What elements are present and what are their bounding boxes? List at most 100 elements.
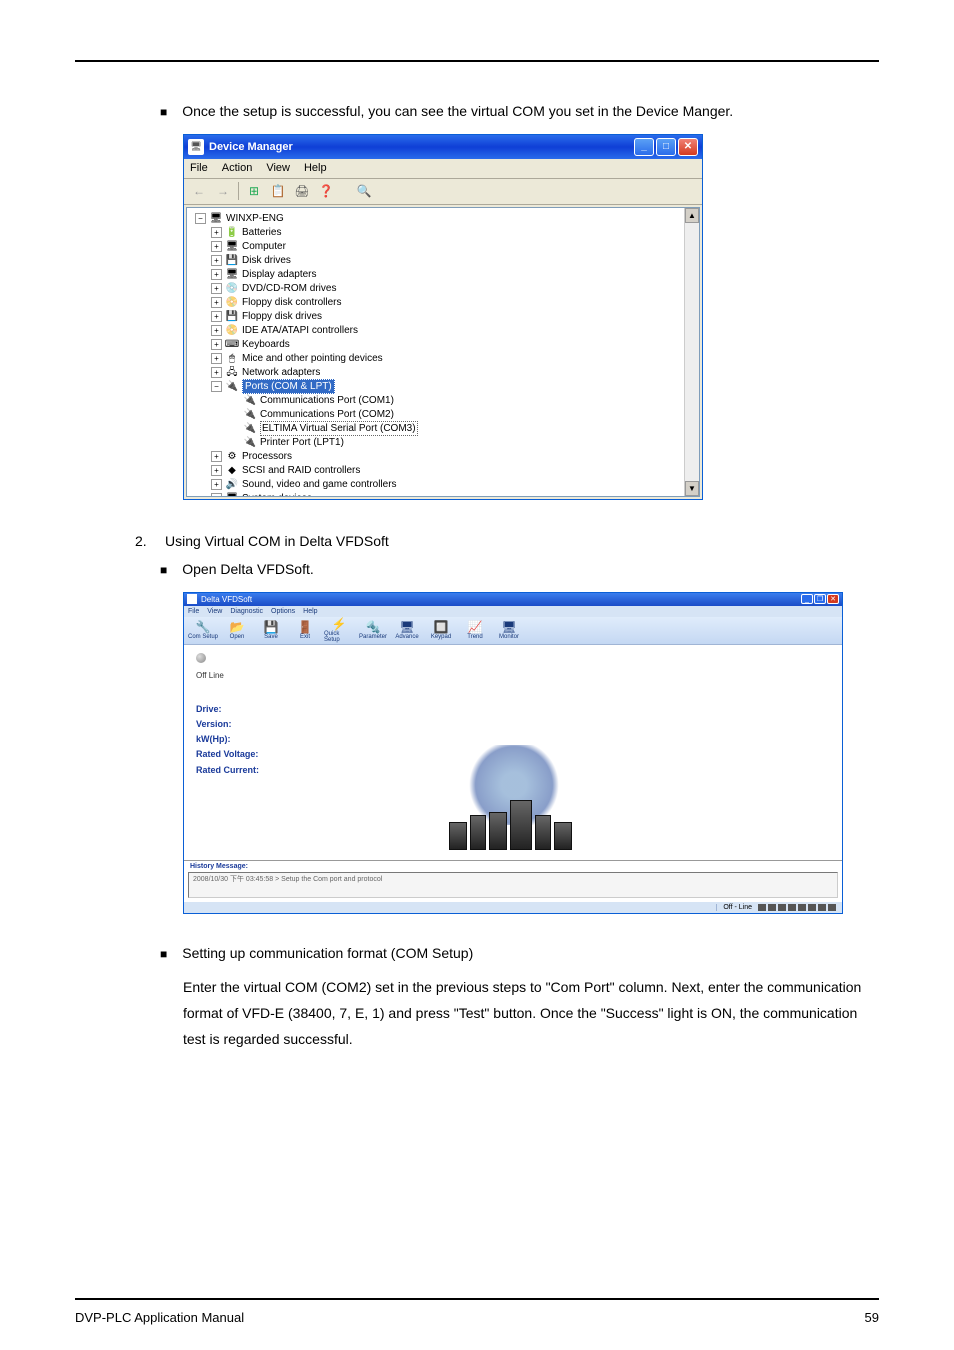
restore-button[interactable]: ❐ <box>814 594 826 604</box>
collapse-icon[interactable]: − <box>195 213 206 224</box>
port-com2[interactable]: Communications Port (COM2) <box>260 408 394 422</box>
scroll-up-icon[interactable]: ▲ <box>685 208 699 223</box>
vfd-main: Off Line Drive: Version: kW(Hp): Rated V… <box>184 645 842 860</box>
node-sound[interactable]: Sound, video and game controllers <box>242 478 397 492</box>
node-mice[interactable]: Mice and other pointing devices <box>242 352 383 366</box>
menu-file[interactable]: File <box>190 162 208 174</box>
floppy-ctrl-icon: 📀 <box>225 297 239 309</box>
port-com1[interactable]: Communications Port (COM1) <box>260 394 394 408</box>
expand-icon[interactable]: + <box>211 339 222 350</box>
collapse-icon[interactable]: − <box>211 381 222 392</box>
menu-help[interactable]: Help <box>304 162 327 174</box>
system-icon: 🖥 <box>225 493 239 497</box>
node-floppy-ctrl[interactable]: Floppy disk controllers <box>242 296 341 310</box>
vfd-menubar: File View Diagnostic Options Help <box>184 606 842 617</box>
menu-action[interactable]: Action <box>222 162 253 174</box>
properties-icon[interactable]: 📋 <box>269 182 287 200</box>
forward-icon[interactable]: → <box>214 182 232 200</box>
disk-icon: 💾 <box>225 255 239 267</box>
tb-quicksetup[interactable]: ⚡Quick Setup <box>324 617 354 643</box>
status-led-icon <box>196 653 206 663</box>
expand-icon[interactable]: + <box>211 241 222 252</box>
tb-keypad[interactable]: 🔲Keypad <box>426 620 456 640</box>
key-drive: Drive: <box>196 702 830 717</box>
expand-icon[interactable]: + <box>211 465 222 476</box>
tb-advance[interactable]: 🖥Advance <box>392 620 422 640</box>
node-dvd[interactable]: DVD/CD-ROM drives <box>242 282 336 296</box>
tb-parameter[interactable]: 🔩Parameter <box>358 620 388 640</box>
node-scsi[interactable]: SCSI and RAID controllers <box>242 464 360 478</box>
help-icon[interactable]: ❓ <box>317 182 335 200</box>
print-icon[interactable]: 🖨 <box>293 182 311 200</box>
vfd-title: Delta VFDSoft <box>201 595 252 604</box>
dm-toolbar: ← → ⊞ 📋 🖨 ❓ 🔍 <box>184 179 702 205</box>
tb-monitor[interactable]: 🖥Monitor <box>494 620 524 640</box>
expand-icon[interactable]: + <box>211 479 222 490</box>
port-com3[interactable]: ELTIMA Virtual Serial Port (COM3) <box>260 421 418 437</box>
step-number: 2. <box>135 530 165 552</box>
footer-left: DVP-PLC Application Manual <box>75 1310 244 1325</box>
node-ports[interactable]: Ports (COM & LPT) <box>242 379 335 395</box>
bottom-rule <box>75 1298 879 1300</box>
root-node[interactable]: WINXP-ENG <box>226 212 284 226</box>
scan-icon[interactable]: 🔍 <box>355 182 373 200</box>
menu-help[interactable]: Help <box>303 608 317 615</box>
expand-icon[interactable]: + <box>211 297 222 308</box>
node-network[interactable]: Network adapters <box>242 366 320 380</box>
node-system[interactable]: System devices <box>242 492 312 497</box>
minimize-button[interactable]: _ <box>801 594 813 604</box>
menu-file[interactable]: File <box>188 608 199 615</box>
tb-save[interactable]: 💾Save <box>256 620 286 640</box>
node-batteries[interactable]: Batteries <box>242 226 281 240</box>
battery-icon: 🔋 <box>225 227 239 239</box>
tb-open[interactable]: 📂Open <box>222 620 252 640</box>
floppy-icon: 💾 <box>225 311 239 323</box>
key-version: Version: <box>196 717 830 732</box>
scroll-down-icon[interactable]: ▼ <box>685 481 699 496</box>
comsetup-icon: 🔧 <box>195 620 211 634</box>
expand-icon[interactable]: + <box>211 367 222 378</box>
node-processors[interactable]: Processors <box>242 450 292 464</box>
expand-icon[interactable]: + <box>211 283 222 294</box>
expand-icon[interactable]: + <box>211 451 222 462</box>
menu-view[interactable]: View <box>207 608 222 615</box>
close-button[interactable]: ✕ <box>827 594 839 604</box>
maximize-button[interactable]: □ <box>656 138 676 156</box>
vfd-titlebar: Delta VFDSoft _ ❐ ✕ <box>184 593 842 606</box>
expand-icon[interactable]: + <box>211 493 222 497</box>
status-text: Off Line <box>196 671 830 680</box>
close-button[interactable]: ✕ <box>678 138 698 156</box>
node-keyboard[interactable]: Keyboards <box>242 338 290 352</box>
expand-icon[interactable]: + <box>211 269 222 280</box>
node-computer[interactable]: Computer <box>242 240 286 254</box>
dm-tree: −🖥WINXP-ENG +🔋Batteries +🖥Computer +💾Dis… <box>187 208 699 497</box>
node-ide[interactable]: IDE ATA/ATAPI controllers <box>242 324 358 338</box>
history-panel: History Message: 2008/10/30 下午 03:45:58 … <box>184 860 842 898</box>
network-icon: 🖧 <box>225 367 239 379</box>
scrollbar[interactable]: ▲ ▼ <box>684 208 699 496</box>
statusbar-bars <box>758 904 836 911</box>
menu-view[interactable]: View <box>266 162 290 174</box>
expand-icon[interactable]: + <box>211 227 222 238</box>
dm-title-icon: 🖥 <box>188 139 204 155</box>
tree-icon[interactable]: ⊞ <box>245 182 263 200</box>
tb-comsetup[interactable]: 🔧Com Setup <box>188 620 218 640</box>
com-icon: 🔌 <box>243 409 257 421</box>
minimize-button[interactable]: _ <box>634 138 654 156</box>
menu-options[interactable]: Options <box>271 608 295 615</box>
node-display[interactable]: Display adapters <box>242 268 316 282</box>
expand-icon[interactable]: + <box>211 325 222 336</box>
expand-icon[interactable]: + <box>211 255 222 266</box>
bullet-intro: ■ Once the setup is successful, you can … <box>160 102 879 122</box>
node-disk[interactable]: Disk drives <box>242 254 291 268</box>
menu-diagnostic[interactable]: Diagnostic <box>230 608 263 615</box>
back-icon[interactable]: ← <box>190 182 208 200</box>
node-floppy[interactable]: Floppy disk drives <box>242 310 322 324</box>
bottom-rule-wrap <box>75 1278 879 1300</box>
expand-icon[interactable]: + <box>211 353 222 364</box>
expand-icon[interactable]: + <box>211 311 222 322</box>
tb-trend[interactable]: 📈Trend <box>460 620 490 640</box>
tb-exit[interactable]: 🚪Exit <box>290 620 320 640</box>
port-lpt1[interactable]: Printer Port (LPT1) <box>260 436 344 450</box>
dm-menubar: File Action View Help <box>184 159 702 179</box>
